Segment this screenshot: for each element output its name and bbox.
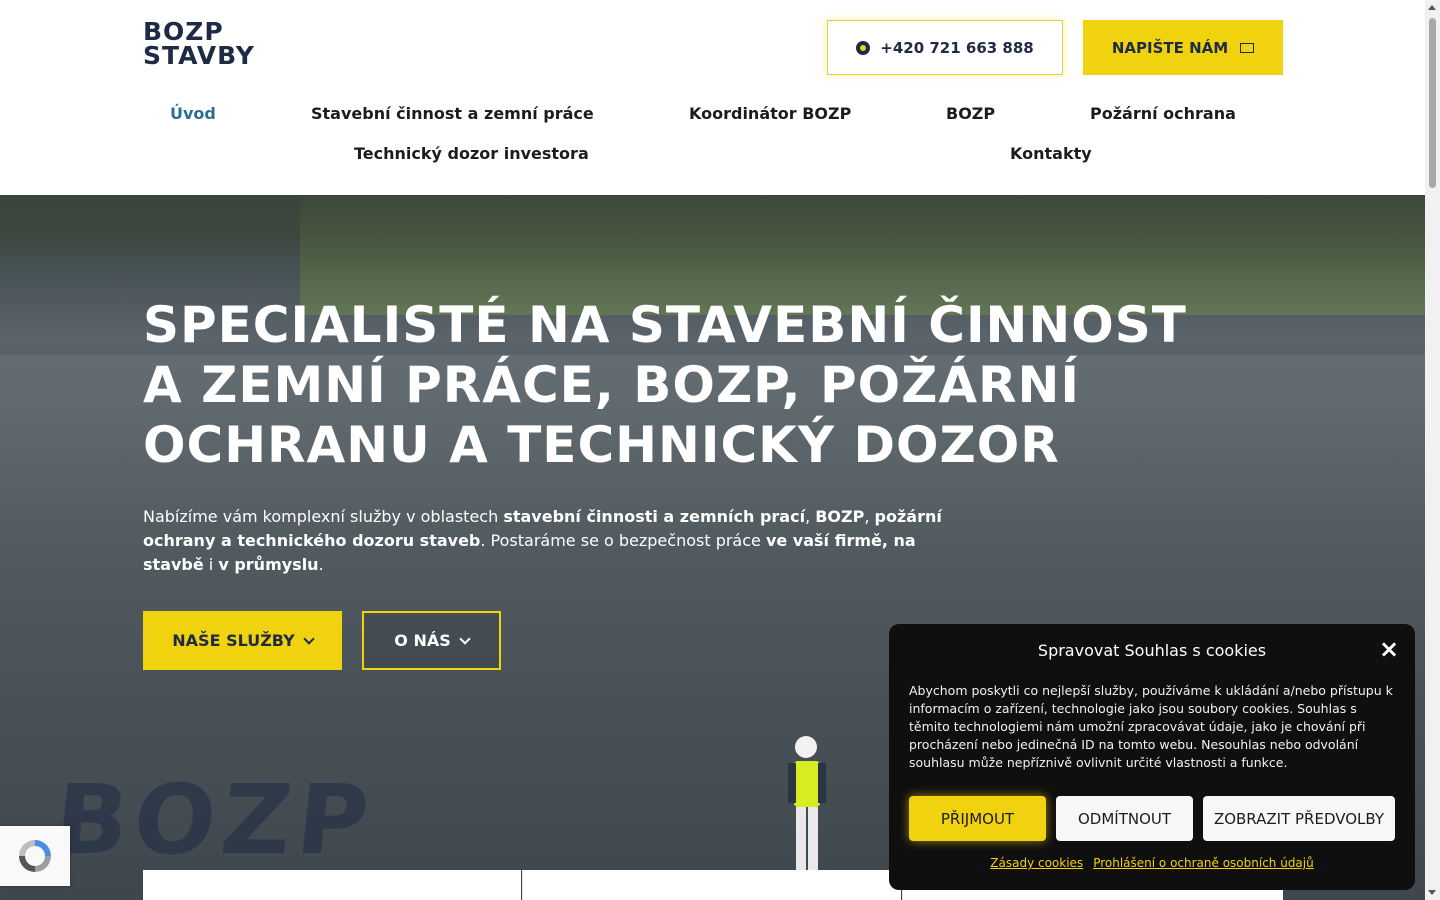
close-icon[interactable]: × [1379,637,1399,661]
phone-button[interactable]: +420 721 663 888 [827,20,1063,75]
nav-uvod[interactable]: Úvod [170,104,216,123]
cookie-links: Zásady cookies Prohlášení o ochraně osob… [889,856,1415,870]
our-services-button[interactable]: NAŠE SLUŽBY [143,611,342,670]
scroll-up-arrow-icon[interactable] [1428,5,1436,10]
nav-technicky-dozor[interactable]: Technický dozor investora [354,144,589,163]
logo-line-2: STAVBY [143,41,255,70]
chevron-down-icon [303,632,315,645]
service-card-1[interactable] [143,870,521,900]
nav-bozp[interactable]: BOZP [946,104,995,123]
phone-number: +420 721 663 888 [880,38,1034,57]
mail-icon [1240,42,1255,53]
nav-koordinator-bozp[interactable]: Koordinátor BOZP [689,104,851,123]
about-us-button[interactable]: O NÁS [362,611,501,670]
nav-pozarni-ochrana[interactable]: Požární ochrana [1090,104,1236,123]
recaptcha-icon [19,840,51,872]
privacy-statement-link[interactable]: Prohlášení o ochraně osobních údajů [1093,856,1314,870]
cookie-title: Spravovat Souhlas s cookies [1037,641,1267,660]
cookie-accept-button[interactable]: PŘIJMOUT [909,796,1046,841]
write-us-button[interactable]: NAPIŠTE NÁM [1083,20,1283,75]
rooftop-logo: BOZP [49,764,380,876]
recaptcha-badge[interactable] [0,826,70,886]
cookie-preferences-button[interactable]: ZOBRAZIT PŘEDVOLBY [1203,796,1395,841]
service-card-2[interactable] [522,870,901,900]
cookie-deny-button[interactable]: ODMÍTNOUT [1056,796,1193,841]
cookie-consent-dialog: Spravovat Souhlas s cookies × Abychom po… [889,624,1415,890]
our-services-label: NAŠE SLUŽBY [172,631,295,650]
scrollbar-thumb[interactable] [1429,18,1436,188]
about-us-label: O NÁS [394,631,451,650]
hero-description: Nabízíme vám komplexní služby v oblastec… [143,507,942,574]
nav-kontakty[interactable]: Kontakty [1010,144,1092,163]
scroll-down-arrow-icon[interactable] [1428,890,1436,895]
hero-title: SPECIALISTÉ NA STAVEBNÍ ČINNOST A ZEMNÍ … [143,296,1187,474]
nav-stavebni-cinnost[interactable]: Stavební činnost a zemní práce [311,104,594,123]
page-scrollbar[interactable] [1425,0,1440,900]
cookie-text: Abychom poskytli co nejlepší služby, pou… [909,683,1393,770]
site-logo[interactable]: BOZP STAVBY [143,19,255,72]
cookie-policy-link[interactable]: Zásady cookies [990,856,1083,870]
site-header: BOZP STAVBY +420 721 663 888 NAPIŠTE NÁM… [0,0,1425,195]
phone-icon [856,40,871,55]
chevron-down-icon [459,632,471,645]
write-us-label: NAPIŠTE NÁM [1111,38,1229,57]
